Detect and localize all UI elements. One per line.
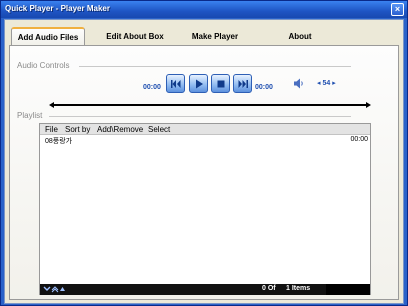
tab-add-audio-files[interactable]: Add Audio Files (11, 27, 85, 47)
previous-button[interactable] (166, 74, 185, 93)
playlist-row[interactable]: 08풍랑가 00:00 (40, 136, 370, 146)
seek-bar[interactable] (49, 102, 371, 108)
playlist-menubar: File Sort by Add\Remove Select (40, 124, 370, 135)
speaker-icon[interactable] (293, 78, 305, 91)
menu-file[interactable]: File (45, 125, 58, 134)
client-area: Add Audio Files Edit About Box Make Play… (4, 19, 404, 304)
playlist-nav-icons[interactable] (43, 285, 65, 295)
app-window: Quick Player - Player Maker × Add Audio … (0, 0, 408, 306)
track-name: 08풍랑가 (45, 138, 73, 145)
track-duration: 00:00 (350, 136, 368, 143)
status-readout-box (326, 284, 370, 295)
tab-about[interactable]: About (265, 29, 335, 45)
audio-controls-divider (79, 66, 351, 67)
position-text: 0 Of (262, 285, 276, 292)
item-count-text: 1 Items (286, 285, 311, 292)
tab-make-player[interactable]: Make Player (179, 29, 251, 45)
seek-end-cap-icon (366, 102, 371, 108)
playlist-statusbar: 0 Of 1 Items (40, 284, 370, 295)
menu-sort-by[interactable]: Sort by (65, 125, 90, 134)
audio-controls-label: Audio Controls (17, 61, 70, 70)
play-button[interactable] (189, 74, 208, 93)
playlist-label: Playlist (17, 111, 43, 120)
playlist-panel: File Sort by Add\Remove Select 08풍랑가 00:… (39, 123, 371, 295)
next-button[interactable] (233, 74, 252, 93)
menu-select[interactable]: Select (148, 125, 170, 134)
tab-strip: Add Audio Files Edit About Box Make Play… (9, 27, 397, 47)
stop-button[interactable] (211, 74, 230, 93)
tab-edit-about-box[interactable]: Edit About Box (99, 29, 171, 45)
close-button[interactable]: × (391, 3, 404, 16)
playlist-divider (49, 116, 351, 117)
window-title: Quick Player - Player Maker (5, 4, 110, 13)
elapsed-time: 00:00 (143, 84, 161, 91)
volume-control[interactable]: ◂ 54 ▸ (317, 79, 336, 87)
title-bar[interactable]: Quick Player - Player Maker × (1, 1, 407, 18)
menu-add-remove[interactable]: Add\Remove (97, 125, 143, 134)
seek-track (53, 104, 367, 106)
total-time: 00:00 (255, 84, 273, 91)
